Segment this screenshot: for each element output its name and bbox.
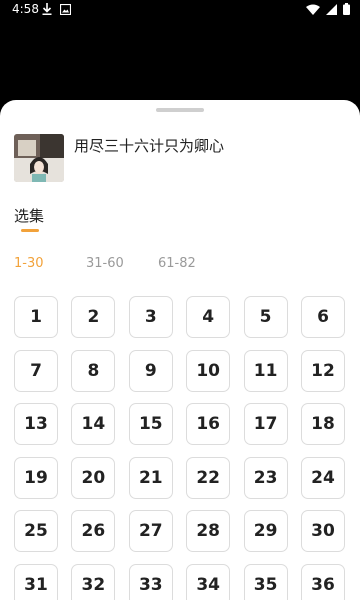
drama-thumbnail <box>14 134 64 182</box>
range-tab-1-30[interactable]: 1-30 <box>14 256 44 271</box>
episode-button[interactable]: 30 <box>301 510 345 552</box>
episode-button[interactable]: 33 <box>128 563 173 600</box>
episode-button[interactable]: 19 <box>14 456 58 499</box>
episode-button[interactable]: 17 <box>243 403 288 445</box>
episode-button[interactable]: 21 <box>128 456 173 499</box>
drag-handle[interactable] <box>156 108 204 112</box>
drama-title: 用尽三十六计只为卿心 <box>74 137 225 155</box>
episode-button[interactable]: 31 <box>14 563 58 600</box>
section-underline <box>21 229 39 232</box>
wifi-icon <box>306 4 320 15</box>
episode-button[interactable]: 22 <box>186 456 231 499</box>
episode-button[interactable]: 34 <box>186 563 231 600</box>
range-tab-31-60[interactable]: 31-60 <box>86 256 124 271</box>
episode-button[interactable]: 10 <box>186 349 231 392</box>
episode-button[interactable]: 27 <box>128 510 173 552</box>
range-tab-61-82[interactable]: 61-82 <box>158 256 196 271</box>
episode-button[interactable]: 1 <box>14 296 58 338</box>
episode-button[interactable]: 36 <box>301 563 345 600</box>
download-icon <box>42 3 52 15</box>
episode-button[interactable]: 24 <box>301 456 345 499</box>
section-label: 选集 <box>14 207 45 225</box>
episode-button[interactable]: 20 <box>71 456 116 499</box>
episode-button[interactable]: 14 <box>71 403 116 445</box>
battery-icon <box>343 3 350 15</box>
episode-button[interactable]: 2 <box>71 296 116 338</box>
episode-button[interactable]: 28 <box>186 510 231 552</box>
episode-button[interactable]: 11 <box>243 349 288 392</box>
episode-button[interactable]: 8 <box>71 349 116 392</box>
episode-button[interactable]: 26 <box>71 510 116 552</box>
episode-button[interactable]: 9 <box>128 349 173 392</box>
episode-button[interactable]: 7 <box>14 349 58 392</box>
episode-button[interactable]: 5 <box>243 296 288 338</box>
episode-button[interactable]: 3 <box>128 296 173 338</box>
signal-icon <box>326 3 337 15</box>
episode-button[interactable]: 25 <box>14 510 58 552</box>
episode-button[interactable]: 13 <box>14 403 58 445</box>
episode-button[interactable]: 29 <box>243 510 288 552</box>
episode-button[interactable]: 15 <box>128 403 173 445</box>
image-icon <box>60 3 71 15</box>
episode-button[interactable]: 18 <box>301 403 345 445</box>
episode-button[interactable]: 32 <box>71 563 116 600</box>
episode-button[interactable]: 4 <box>186 296 231 338</box>
episode-button[interactable]: 35 <box>243 563 288 600</box>
status-left-icons <box>42 3 71 15</box>
status-bar: 4:58 <box>0 0 360 20</box>
episode-button[interactable]: 16 <box>186 403 231 445</box>
status-right-icons <box>306 3 350 15</box>
episode-button[interactable]: 12 <box>301 349 345 392</box>
episode-button[interactable]: 23 <box>243 456 288 499</box>
episode-sheet: 用尽三十六计只为卿心 选集 1-30 31-60 61-82 123456789… <box>0 100 360 600</box>
episode-button[interactable]: 6 <box>301 296 345 338</box>
status-time: 4:58 <box>12 2 39 16</box>
